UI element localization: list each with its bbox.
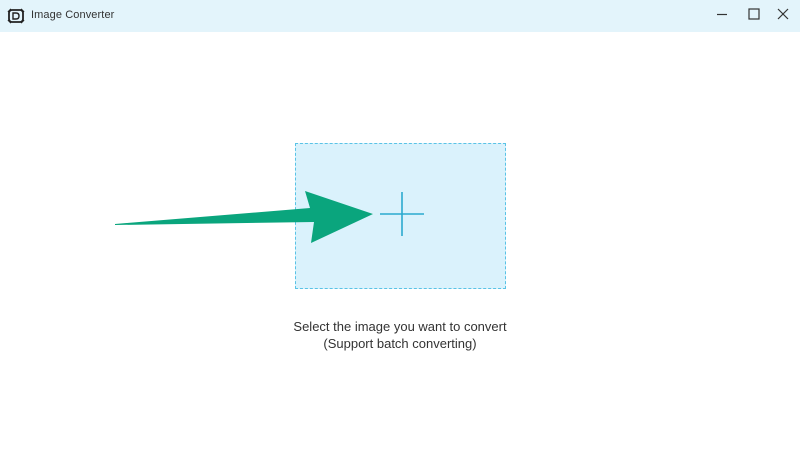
app-window: Image Converter Select the image you wan…: [0, 0, 800, 467]
select-image-prompt: Select the image you want to convert: [293, 319, 507, 334]
minimize-icon: [716, 7, 728, 25]
plus-icon: [380, 192, 424, 236]
maximize-icon: [748, 7, 760, 25]
app-logo-icon: [7, 8, 25, 24]
minimize-button[interactable]: [706, 0, 738, 32]
arrow-icon: [115, 188, 375, 246]
title-bar[interactable]: Image Converter: [0, 0, 800, 32]
maximize-button[interactable]: [738, 0, 770, 32]
window-title: Image Converter: [31, 9, 115, 21]
close-button[interactable]: [767, 0, 799, 32]
close-icon: [777, 7, 789, 25]
batch-support-note: (Support batch converting): [323, 336, 477, 351]
